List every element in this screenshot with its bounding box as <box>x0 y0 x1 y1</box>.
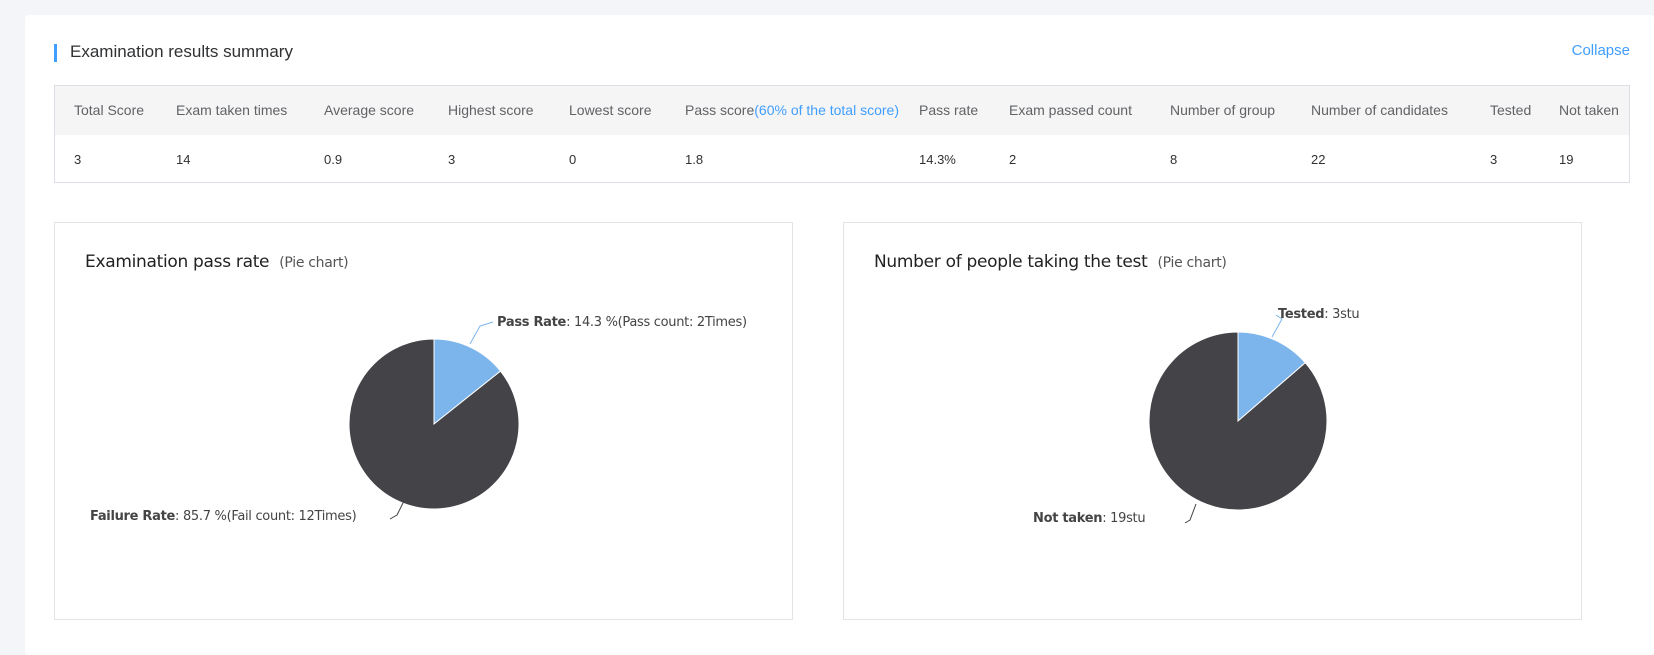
label-text: : 19stu <box>1102 511 1146 526</box>
table-row: 3 14 0.9 3 0 1.8 14.3% 2 8 22 3 19 <box>55 135 1629 184</box>
label-name: Tested <box>1278 307 1325 322</box>
connector-line <box>469 321 494 345</box>
connector-line <box>1184 503 1197 524</box>
results-summary-card: Examination results summary Collapse Tot… <box>25 15 1654 655</box>
data-label-not-taken: Not taken: 19stu <box>1033 511 1146 526</box>
header-pass-score: Pass score(60% of the total score) <box>685 86 899 135</box>
value-number-of-group: 8 <box>1170 152 1178 167</box>
label-name: Not taken <box>1033 511 1103 526</box>
test-takers-chart: Number of people taking the test (Pie cha… <box>843 222 1582 620</box>
label-name: Failure Rate <box>90 509 176 524</box>
data-label-pass-rate: Pass Rate: 14.3 %(Pass count: 2Times) <box>497 315 747 330</box>
pass-score-note: (60% of the total score) <box>754 102 899 118</box>
pie-svg <box>348 321 520 520</box>
header-tested: Tested <box>1490 102 1532 118</box>
header-total-score: Total Score <box>74 102 145 118</box>
header-not-taken: Not taken <box>1559 102 1619 118</box>
section-title: Examination results summary <box>70 42 293 61</box>
value-pass-rate: 14.3% <box>919 152 956 167</box>
label-text: : 3stu <box>1324 307 1360 322</box>
value-exam-passed-count: 2 <box>1009 152 1017 167</box>
value-pass-score: 1.8 <box>685 152 704 167</box>
header-pass-rate: Pass rate <box>919 102 979 118</box>
label-name: Pass Rate <box>497 315 567 330</box>
data-label-failure-rate: Failure Rate: 85.7 %(Fail count: 12Times… <box>90 509 357 524</box>
value-total-score: 3 <box>74 152 82 167</box>
header-average-score: Average score <box>324 102 415 118</box>
pie-svg <box>1148 314 1328 524</box>
value-highest-score: 3 <box>448 152 456 167</box>
pass-score-label: Pass score <box>685 102 755 118</box>
collapse-link[interactable]: Collapse <box>1572 42 1630 59</box>
value-average-score: 0.9 <box>324 152 343 167</box>
label-text: : 85.7 %(Fail count: 12Times) <box>175 509 357 524</box>
value-exam-taken-times: 14 <box>176 152 191 167</box>
header-lowest-score: Lowest score <box>569 102 652 118</box>
section-accent-bar <box>54 44 57 62</box>
header-exam-passed-count: Exam passed count <box>1009 102 1132 118</box>
label-text: : 14.3 %(Pass count: 2Times) <box>566 315 747 330</box>
value-not-taken: 19 <box>1559 152 1574 167</box>
pass-rate-chart: Examination pass rate (Pie chart) Pass Ra… <box>54 222 793 620</box>
value-number-of-candidates: 22 <box>1311 152 1326 167</box>
summary-table: Total Score Exam taken times Average sco… <box>54 85 1630 183</box>
header-number-of-candidates: Number of candidates <box>1311 102 1448 118</box>
header-highest-score: Highest score <box>448 102 534 118</box>
value-tested: 3 <box>1490 152 1498 167</box>
table-header-row: Total Score Exam taken times Average sco… <box>55 86 1629 135</box>
header-number-of-group: Number of group <box>1170 102 1276 118</box>
value-lowest-score: 0 <box>569 152 577 167</box>
header-exam-taken-times: Exam taken times <box>176 102 288 118</box>
data-label-tested: Tested: 3stu <box>1278 307 1360 322</box>
